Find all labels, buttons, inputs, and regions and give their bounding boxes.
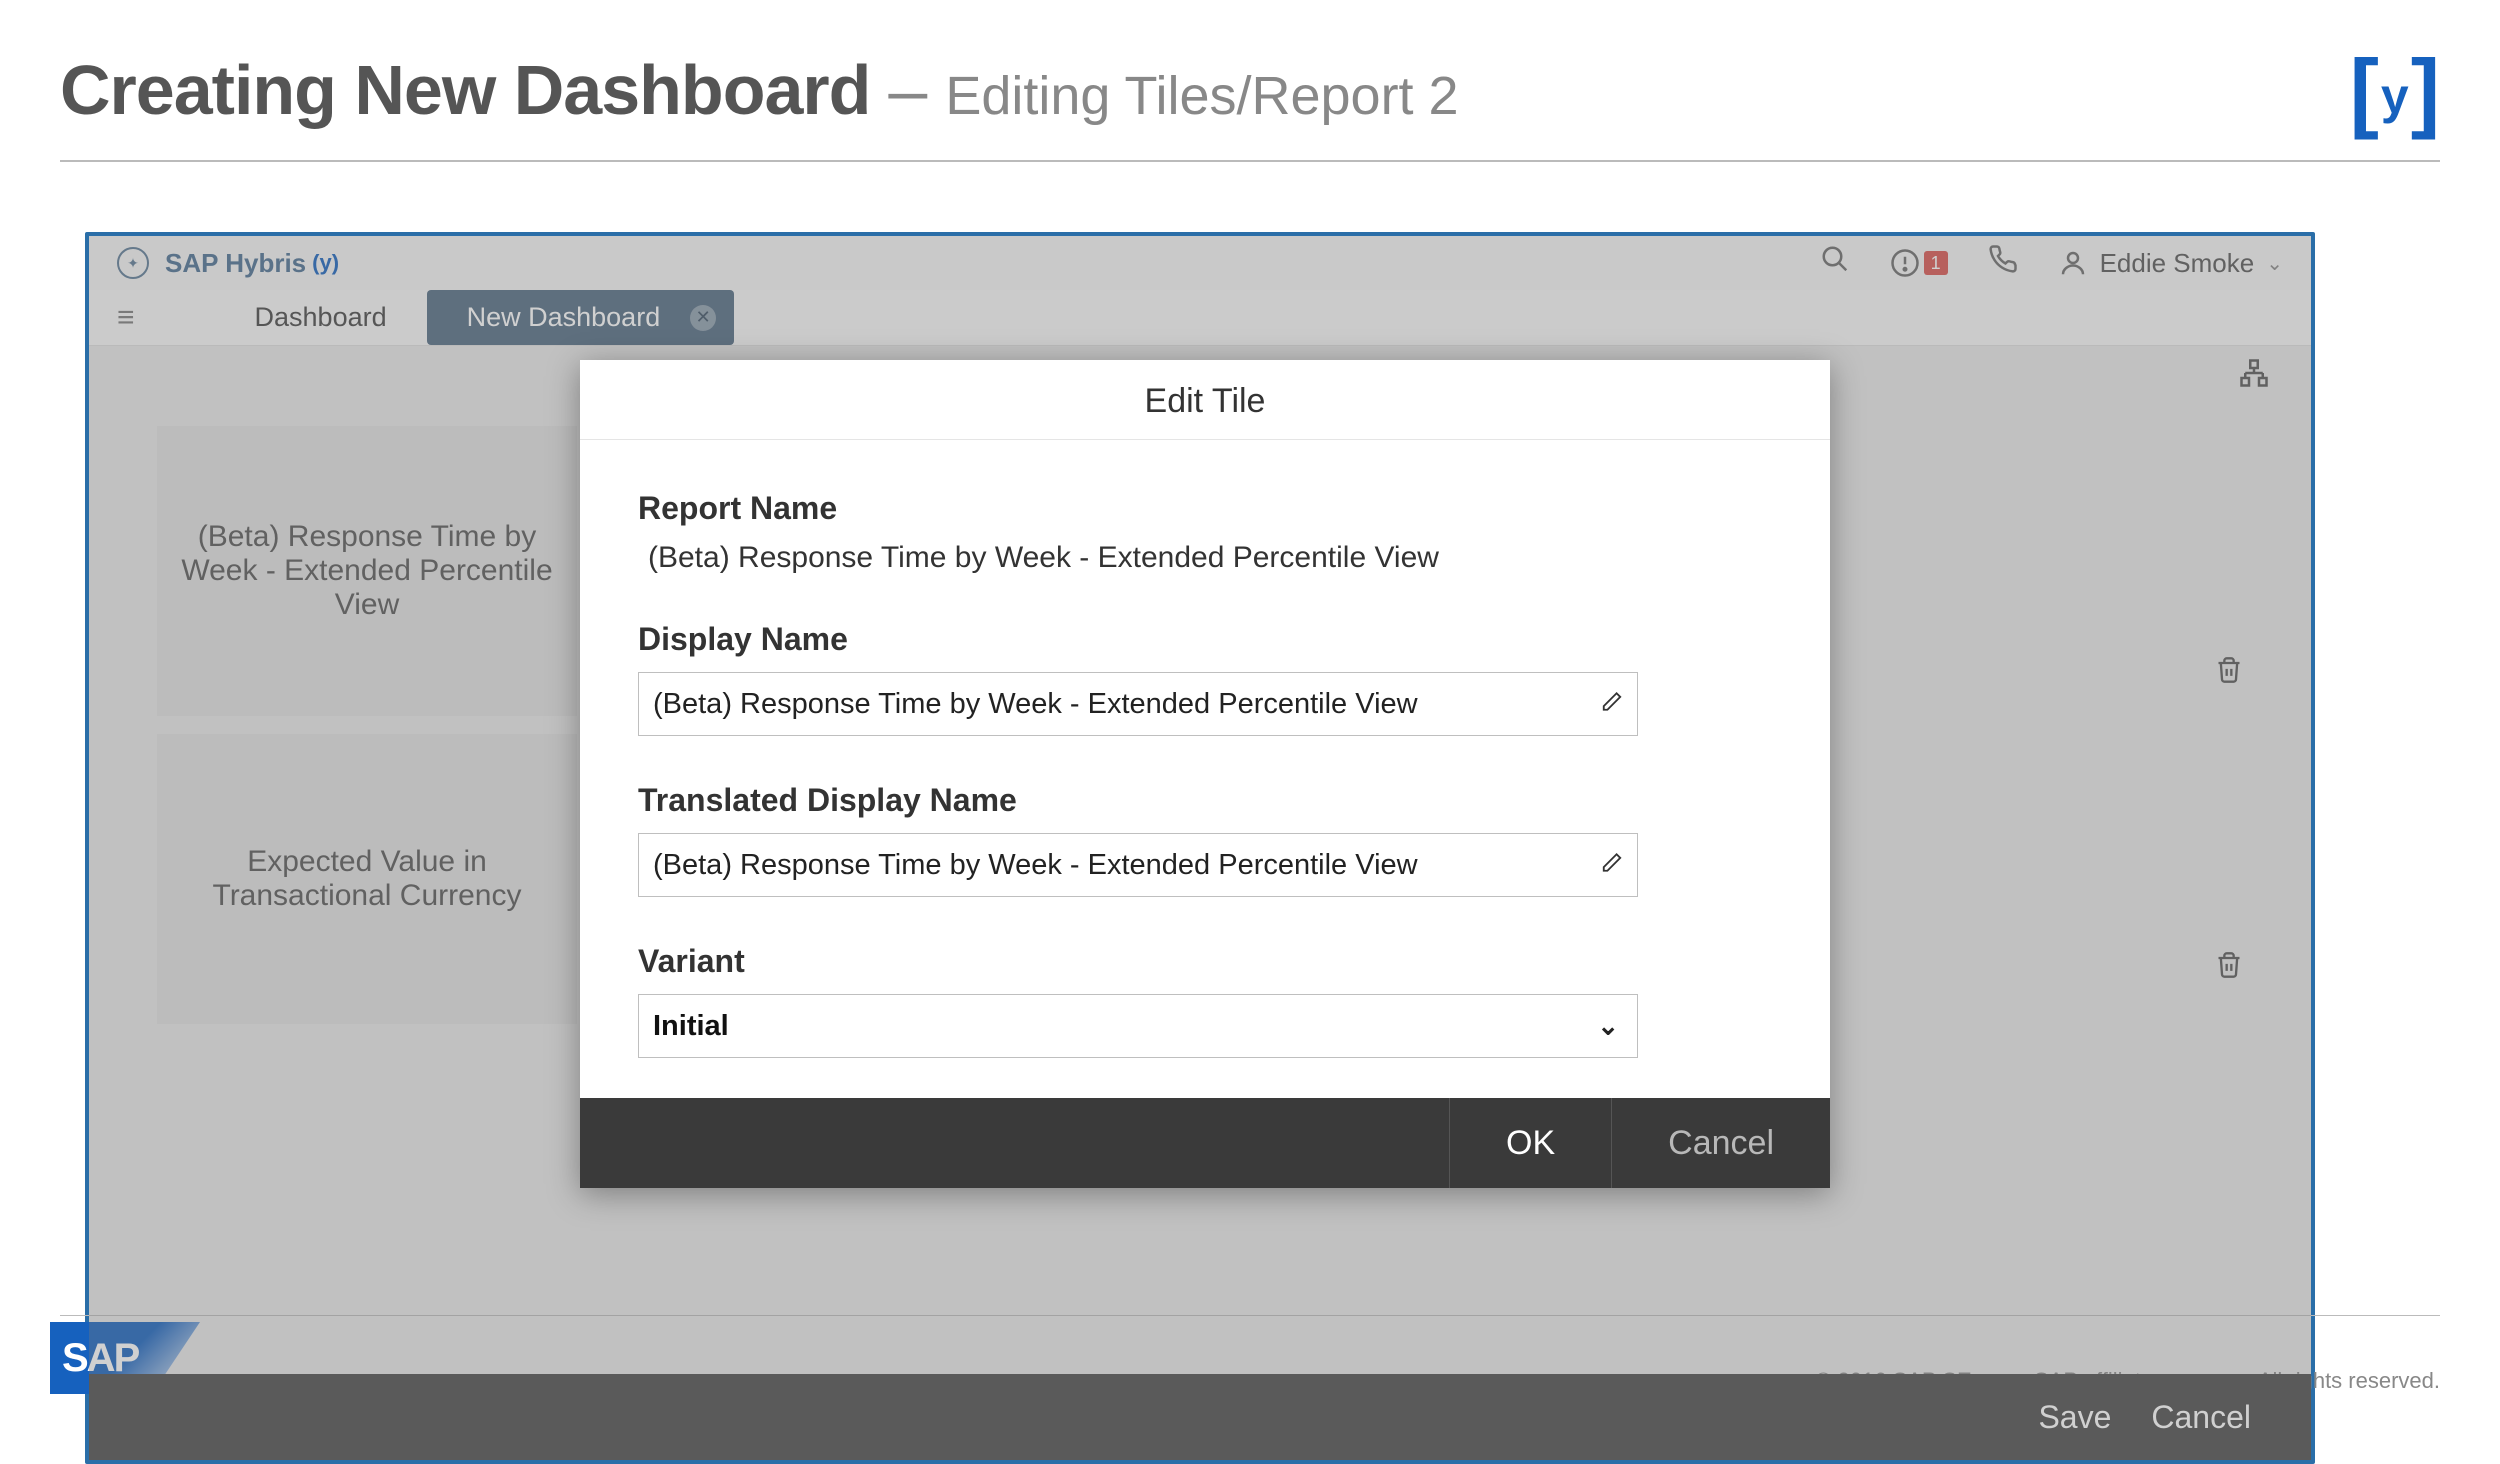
variant-label: Variant [638, 943, 1772, 980]
user-name: Eddie Smoke [2100, 248, 2255, 279]
variant-field: Variant Initial ⌄ [638, 943, 1772, 1058]
report-name-label: Report Name [638, 490, 1772, 527]
translated-name-label: Translated Display Name [638, 782, 1772, 819]
dialog-footer: OK Cancel [580, 1098, 1830, 1188]
tab-dashboard-label: Dashboard [255, 302, 387, 333]
display-name-field: Display Name [638, 621, 1772, 736]
tile-expected-value-label: Expected Value in Transactional Currency [175, 845, 559, 913]
slide-title-separator: – [888, 50, 927, 130]
edit-tile-dialog: Edit Tile Report Name (Beta) Response Ti… [580, 360, 1830, 1188]
user-menu[interactable]: Eddie Smoke ⌄ [2058, 248, 2283, 279]
variant-value: Initial [653, 1010, 729, 1043]
ok-button-label: OK [1506, 1124, 1555, 1163]
tab-dashboard[interactable]: Dashboard [215, 290, 427, 345]
hybris-small-logo: (y) [312, 250, 339, 276]
delete-icon[interactable] [2215, 656, 2243, 691]
translated-name-input[interactable] [639, 834, 1637, 896]
slide-divider [60, 160, 2440, 162]
report-name-field: Report Name (Beta) Response Time by Week… [638, 490, 1772, 575]
alert-icon[interactable]: 1 [1890, 248, 1948, 278]
dialog-title: Edit Tile [580, 360, 1830, 440]
chevron-down-icon: ⌄ [2266, 251, 2283, 276]
tab-new-dashboard-label: New Dashboard [467, 302, 661, 333]
menu-icon[interactable]: ≡ [117, 301, 135, 335]
report-name-value: (Beta) Response Time by Week - Extended … [638, 541, 1772, 575]
close-tab-icon[interactable]: ✕ [690, 305, 716, 331]
tab-bar: ≡ Dashboard New Dashboard ✕ [89, 290, 2311, 346]
hybris-logo: [y] [2350, 50, 2440, 122]
compass-icon[interactable] [117, 247, 149, 279]
pencil-icon[interactable] [1601, 850, 1623, 881]
display-name-input-wrap[interactable] [638, 672, 1638, 736]
slide-header: Creating New Dashboard – Editing Tiles/R… [0, 0, 2500, 150]
translated-name-field: Translated Display Name [638, 782, 1772, 897]
tab-new-dashboard[interactable]: New Dashboard ✕ [427, 290, 735, 345]
slide-title-sub: Editing Tiles/Report 2 [945, 65, 1458, 127]
chevron-down-icon: ⌄ [1597, 1011, 1619, 1042]
tile-expected-value[interactable]: Expected Value in Transactional Currency [157, 734, 577, 1024]
search-icon[interactable] [1820, 244, 1850, 282]
variant-select[interactable]: Initial ⌄ [638, 994, 1638, 1058]
app-brand: SAP Hybris (y) [165, 248, 339, 279]
pencil-icon[interactable] [1601, 689, 1623, 720]
alert-count: 1 [1924, 251, 1948, 275]
slide-title: Creating New Dashboard – Editing Tiles/R… [60, 50, 1459, 130]
app-brand-text: SAP Hybris [165, 248, 306, 279]
footer-divider [60, 1315, 2440, 1316]
app-topbar: SAP Hybris (y) 1 Eddie Smoke ⌄ [89, 236, 2311, 290]
slide-title-main: Creating New Dashboard [60, 50, 870, 130]
cancel-button[interactable]: Cancel [2151, 1399, 2251, 1436]
cancel-button[interactable]: Cancel [1611, 1098, 1830, 1188]
display-name-label: Display Name [638, 621, 1772, 658]
save-button[interactable]: Save [2038, 1399, 2111, 1436]
tile-response-time[interactable]: (Beta) Response Time by Week - Extended … [157, 426, 577, 716]
display-name-input[interactable] [639, 673, 1637, 735]
phone-icon[interactable] [1988, 244, 2018, 282]
translated-name-input-wrap[interactable] [638, 833, 1638, 897]
ok-button[interactable]: OK [1449, 1098, 1611, 1188]
hierarchy-icon[interactable] [2239, 358, 2269, 396]
tile-response-time-label: (Beta) Response Time by Week - Extended … [175, 520, 559, 622]
cancel-button-label: Cancel [1668, 1124, 1774, 1163]
dashboard-footer: Save Cancel [89, 1374, 2311, 1460]
delete-icon[interactable] [2215, 951, 2243, 986]
